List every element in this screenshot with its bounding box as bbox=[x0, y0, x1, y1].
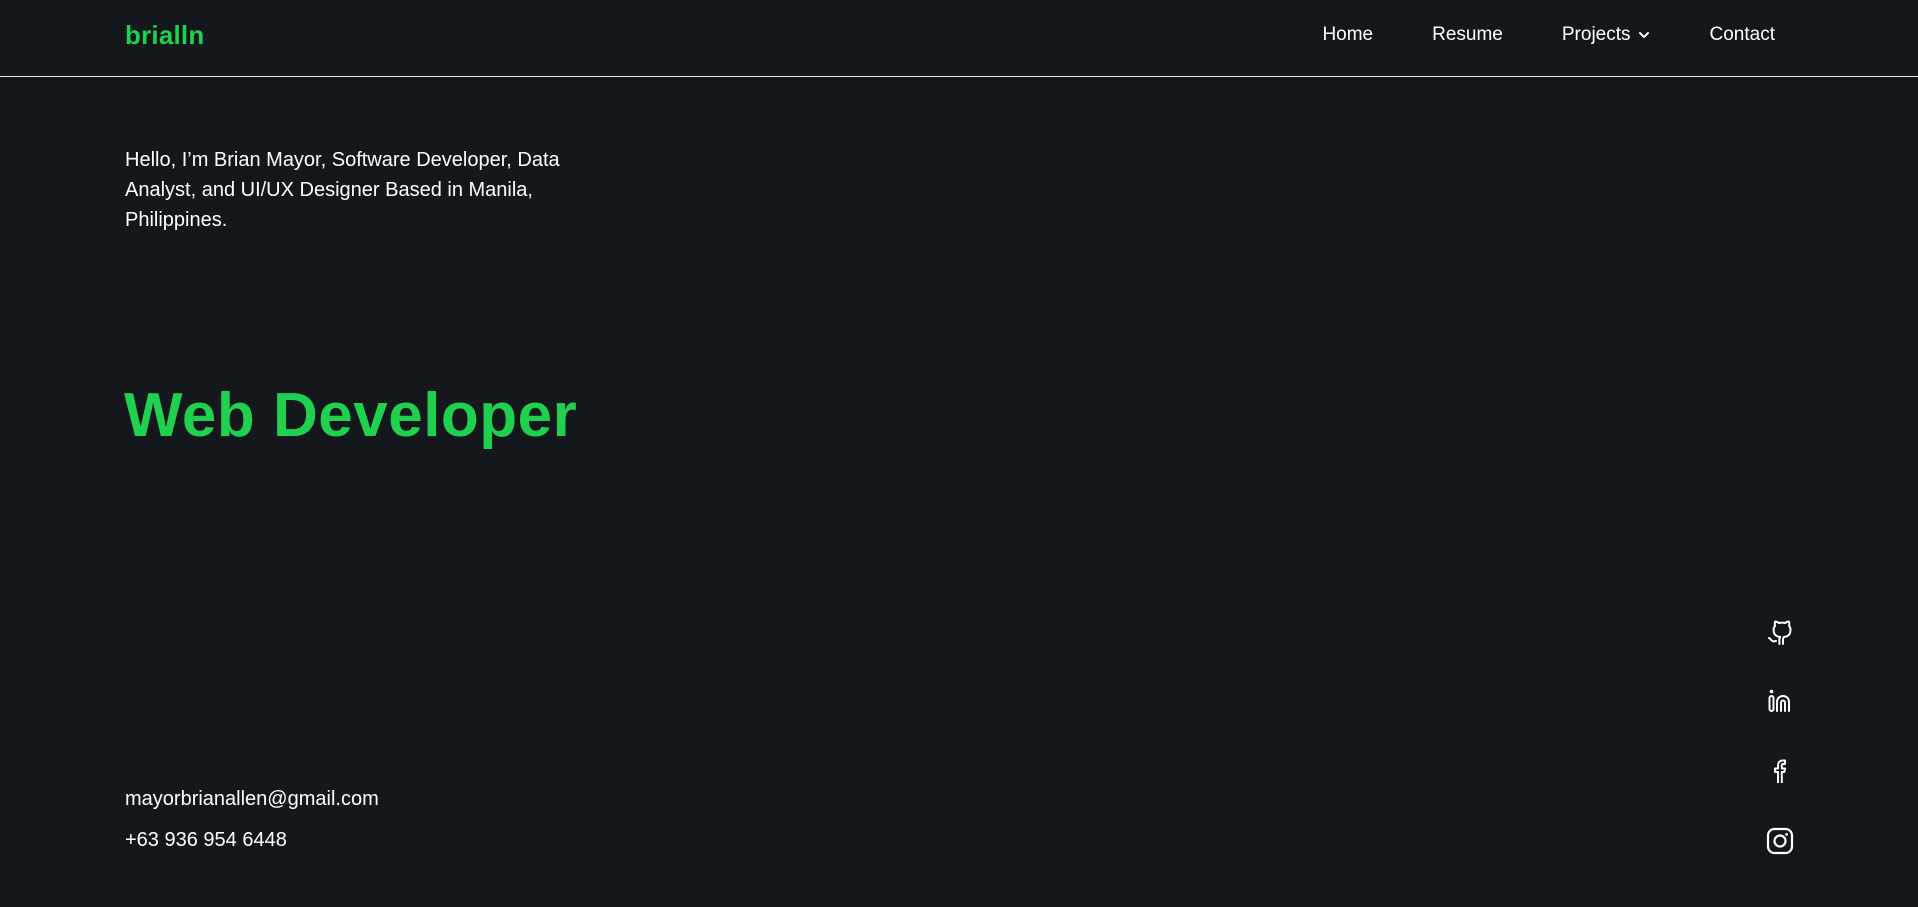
instagram-icon bbox=[1766, 827, 1794, 855]
github-link[interactable] bbox=[1764, 615, 1796, 647]
chevron-down-icon bbox=[1637, 28, 1651, 42]
intro-text: Hello, I’m Brian Mayor, Software Develop… bbox=[125, 149, 560, 231]
github-icon bbox=[1768, 620, 1792, 645]
site-logo[interactable]: brialln bbox=[125, 20, 204, 51]
site-header: brialln Home Resume Projects Contact bbox=[0, 0, 1918, 77]
nav-resume-label: Resume bbox=[1432, 24, 1503, 45]
phone-number: +63 936 954 6448 bbox=[125, 829, 287, 851]
portfolio-page: brialln Home Resume Projects Contact Hel… bbox=[0, 0, 1918, 907]
nav-resume[interactable]: Resume bbox=[1432, 24, 1503, 46]
facebook-link[interactable] bbox=[1764, 755, 1796, 787]
email-link[interactable]: mayorbrianallen@gmail.com bbox=[125, 788, 379, 811]
nav-projects-dropdown[interactable]: Projects bbox=[1562, 24, 1651, 46]
role-heading: Web Developer bbox=[124, 381, 578, 450]
facebook-icon bbox=[1774, 759, 1786, 783]
main-nav: Home Resume Projects Contact bbox=[1322, 24, 1775, 46]
nav-contact[interactable]: Contact bbox=[1710, 24, 1775, 46]
nav-home[interactable]: Home bbox=[1322, 24, 1373, 46]
linkedin-icon bbox=[1768, 689, 1790, 712]
nav-home-label: Home bbox=[1322, 24, 1374, 45]
linkedin-link[interactable] bbox=[1764, 685, 1796, 717]
social-links bbox=[1764, 615, 1796, 857]
instagram-link[interactable] bbox=[1764, 825, 1796, 857]
nav-projects-label: Projects bbox=[1561, 24, 1631, 45]
nav-contact-label: Contact bbox=[1709, 24, 1775, 45]
